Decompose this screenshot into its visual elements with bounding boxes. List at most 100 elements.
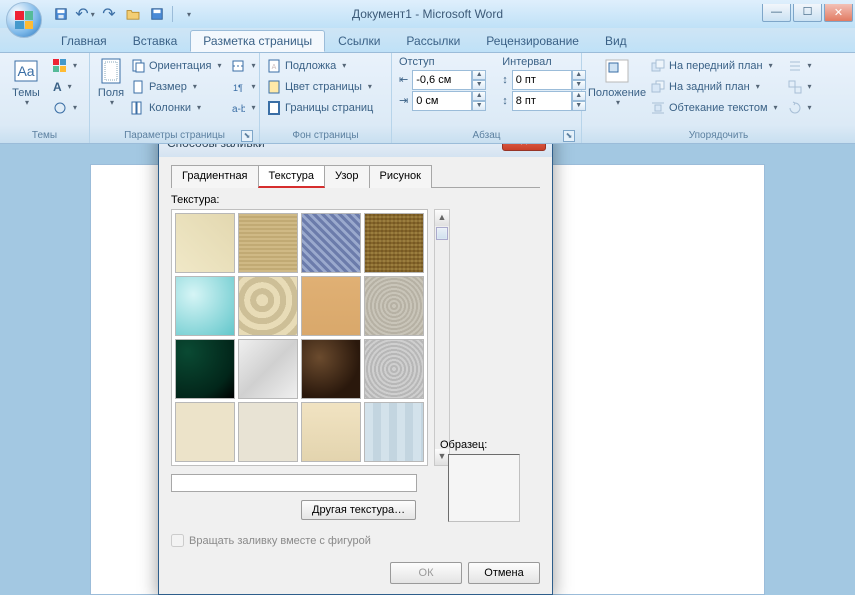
- rotate-icon[interactable]: ▾: [785, 97, 815, 118]
- titlebar: ↶▾ ↷ ▾ Документ1 - Microsoft Word — ☐ ✕: [0, 0, 855, 28]
- group-label-paragraph: Абзац⬊: [396, 129, 577, 143]
- spacing-before-input[interactable]: [512, 70, 572, 90]
- text-wrap-button[interactable]: Обтекание текстом▾: [648, 97, 781, 118]
- tab-gradient[interactable]: Градиентная: [171, 165, 259, 188]
- texture-swatch[interactable]: [364, 213, 424, 273]
- up-icon[interactable]: ▲: [472, 91, 486, 101]
- svg-text:a-b: a-b: [232, 104, 245, 115]
- line-numbers-icon[interactable]: 1¶▾: [228, 76, 258, 97]
- align-icon[interactable]: ▾: [785, 55, 815, 76]
- texture-swatch[interactable]: [301, 339, 361, 399]
- scroll-up-icon[interactable]: ▲: [435, 210, 449, 226]
- qat-customize-icon[interactable]: ▾: [177, 4, 199, 24]
- scroll-thumb[interactable]: [436, 227, 448, 240]
- undo-icon[interactable]: ↶▾: [74, 4, 96, 24]
- tab-pattern[interactable]: Узор: [324, 165, 370, 188]
- page-setup-dialog-launcher[interactable]: ⬊: [241, 130, 253, 142]
- group-icon[interactable]: ▾: [785, 76, 815, 97]
- indent-left-icon: ⇤: [399, 73, 408, 86]
- texture-swatch[interactable]: [238, 213, 298, 273]
- paragraph-dialog-launcher[interactable]: ⬊: [563, 130, 575, 142]
- up-icon[interactable]: ▲: [472, 70, 486, 80]
- tab-picture[interactable]: Рисунок: [369, 165, 433, 188]
- tab-page-layout[interactable]: Разметка страницы: [190, 30, 325, 52]
- group-themes: Aa Темы▾ ▾ A▾ ▾ Темы: [0, 53, 90, 143]
- watermark-button[interactable]: AПодложка▾: [264, 55, 376, 76]
- fill-effects-dialog: Способы заливки Градиентная Текстура Узо…: [158, 128, 553, 595]
- group-page-setup: Поля▾ Ориентация▾ Размер▾ Колонки▾ ▾ 1¶▾…: [90, 53, 260, 143]
- margins-button[interactable]: Поля▾: [94, 55, 128, 110]
- breaks-icon[interactable]: ▾: [228, 55, 258, 76]
- ok-button[interactable]: ОК: [390, 562, 462, 584]
- tab-review[interactable]: Рецензирование: [473, 30, 592, 52]
- tab-view[interactable]: Вид: [592, 30, 640, 52]
- indent-header: Отступ: [396, 55, 489, 69]
- texture-swatch[interactable]: [301, 213, 361, 273]
- orientation-button[interactable]: Ориентация▾: [128, 55, 224, 76]
- send-back-button[interactable]: На задний план▾: [648, 76, 781, 97]
- tab-mailings[interactable]: Рассылки: [393, 30, 473, 52]
- indent-right-input[interactable]: [412, 91, 472, 111]
- group-label-background: Фон страницы: [264, 129, 387, 143]
- texture-swatch[interactable]: [364, 339, 424, 399]
- redo-icon[interactable]: ↷: [98, 4, 120, 24]
- theme-fonts-icon[interactable]: A▾: [50, 76, 80, 97]
- page-color-button[interactable]: Цвет страницы▾: [264, 76, 376, 97]
- sample-preview: [448, 454, 520, 522]
- svg-text:A: A: [272, 64, 277, 71]
- texture-swatch[interactable]: [238, 402, 298, 462]
- rotate-fill-checkbox: [171, 534, 184, 547]
- group-paragraph: Отступ ⇤▲▼ ⇥▲▼ Интервал ↕▲▼ ↕▲▼ Абзац⬊: [392, 53, 582, 143]
- save-icon[interactable]: [50, 4, 72, 24]
- texture-swatch[interactable]: [364, 276, 424, 336]
- spacing-after-input[interactable]: [512, 91, 572, 111]
- group-page-background: AПодложка▾ Цвет страницы▾ Границы страни…: [260, 53, 392, 143]
- spacing-header: Интервал: [499, 55, 589, 69]
- texture-swatch[interactable]: [238, 276, 298, 336]
- tab-references[interactable]: Ссылки: [325, 30, 393, 52]
- texture-name-field[interactable]: [171, 474, 417, 492]
- rotate-fill-label: Вращать заливку вместе с фигурой: [189, 535, 371, 547]
- svg-text:1¶: 1¶: [233, 83, 243, 93]
- tab-home[interactable]: Главная: [48, 30, 120, 52]
- texture-swatch[interactable]: [364, 402, 424, 462]
- texture-grid: [171, 209, 428, 466]
- maximize-button[interactable]: ☐: [793, 4, 822, 22]
- minimize-button[interactable]: —: [762, 4, 791, 22]
- page-borders-button[interactable]: Границы страниц: [264, 97, 376, 118]
- indent-right-icon: ⇥: [399, 94, 408, 107]
- open-icon[interactable]: [122, 4, 144, 24]
- texture-swatch[interactable]: [301, 276, 361, 336]
- save-icon-2[interactable]: [146, 4, 168, 24]
- themes-button[interactable]: Aa Темы▾: [4, 55, 48, 110]
- texture-swatch[interactable]: [238, 339, 298, 399]
- tab-texture[interactable]: Текстура: [258, 165, 325, 188]
- ribbon-tabs: Главная Вставка Разметка страницы Ссылки…: [0, 28, 855, 52]
- spacing-after-icon: ↕: [502, 95, 508, 107]
- texture-swatch[interactable]: [175, 276, 235, 336]
- cancel-button[interactable]: Отмена: [468, 562, 540, 584]
- bring-front-button[interactable]: На передний план▾: [648, 55, 781, 76]
- texture-swatch[interactable]: [175, 339, 235, 399]
- hyphenation-icon[interactable]: a-b▾: [228, 97, 258, 118]
- texture-swatch[interactable]: [175, 213, 235, 273]
- spacing-before-icon: ↕: [502, 74, 508, 86]
- down-icon[interactable]: ▼: [472, 80, 486, 90]
- columns-button[interactable]: Колонки▾: [128, 97, 224, 118]
- texture-scrollbar[interactable]: ▲ ▼: [434, 209, 450, 466]
- quick-access-toolbar: ↶▾ ↷ ▾: [50, 4, 199, 24]
- texture-swatch[interactable]: [301, 402, 361, 462]
- position-button[interactable]: Положение▾: [586, 55, 648, 110]
- size-button[interactable]: Размер▾: [128, 76, 224, 97]
- tab-insert[interactable]: Вставка: [120, 30, 191, 52]
- theme-effects-icon[interactable]: ▾: [50, 97, 80, 118]
- down-icon[interactable]: ▼: [472, 101, 486, 111]
- indent-left-input[interactable]: [412, 70, 472, 90]
- theme-colors-icon[interactable]: ▾: [50, 55, 80, 76]
- texture-swatch[interactable]: [175, 402, 235, 462]
- texture-label: Текстура:: [171, 194, 540, 206]
- svg-text:Aa: Aa: [17, 63, 34, 79]
- close-button[interactable]: ✕: [824, 4, 853, 22]
- office-button[interactable]: [6, 2, 42, 38]
- other-texture-button[interactable]: Другая текстура…: [301, 500, 416, 520]
